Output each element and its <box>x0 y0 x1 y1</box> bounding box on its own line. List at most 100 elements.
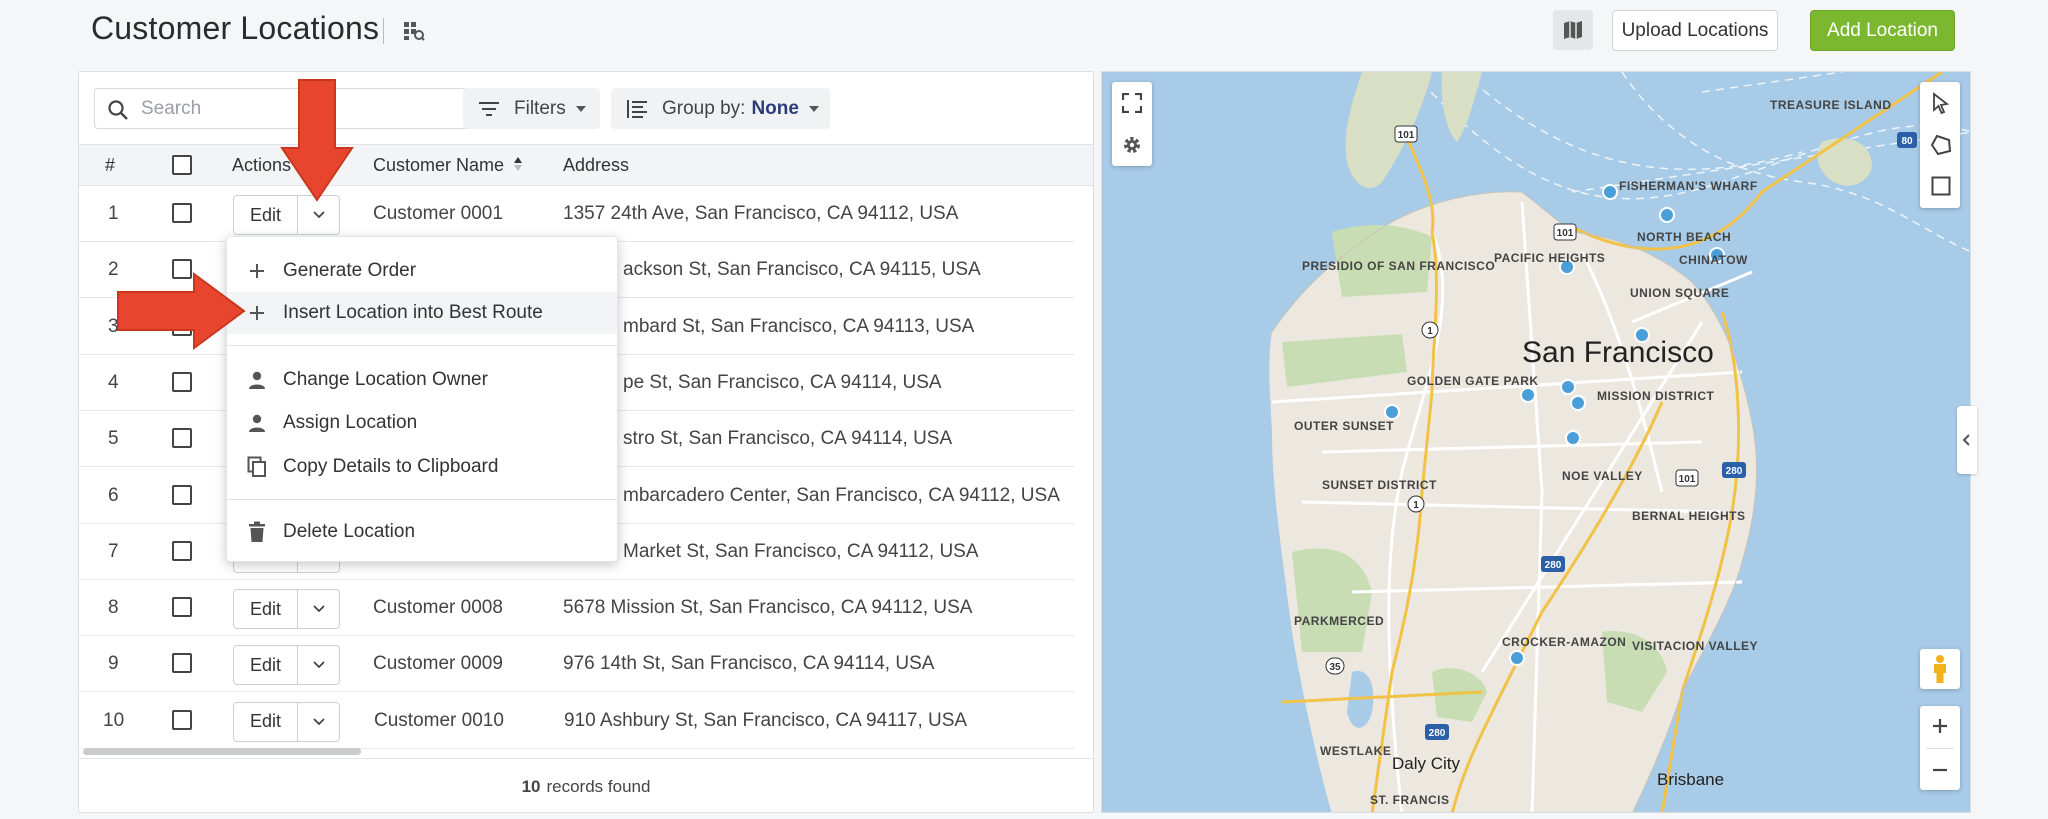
menu-item-label: Generate Order <box>283 260 417 281</box>
row-number: 10 <box>103 709 125 731</box>
table-row[interactable]: 10 Edit Customer 0010 910 Ashbury St, San F… <box>79 693 1074 749</box>
menu-item-delete-location[interactable]: Delete Location <box>227 511 617 553</box>
map-view[interactable]: TREASURE ISLAND FISHERMAN'S WHARF NORTH … <box>1101 71 1971 813</box>
fullscreen-icon[interactable] <box>1122 93 1142 113</box>
menu-item-change-owner[interactable]: Change Location Owner <box>227 359 617 401</box>
edit-button[interactable]: Edit <box>234 590 298 629</box>
row-actions: Edit <box>233 701 340 742</box>
column-header-address: Address <box>563 155 630 175</box>
row-number: 5 <box>108 428 119 450</box>
address-cell: 910 Ashbury St, San Francisco, CA 94117,… <box>564 709 968 731</box>
address-cell: ackson St, San Francisco, CA 94115, USA <box>623 259 981 281</box>
edit-button[interactable]: Edit <box>234 702 298 741</box>
shield-80-icon: 80 <box>1897 132 1917 148</box>
horizontal-scrollbar[interactable] <box>83 748 361 755</box>
label-fishermans-wharf: FISHERMAN'S WHARF <box>1619 179 1758 193</box>
right-arrow-annotation <box>117 272 246 350</box>
map-grid-icon[interactable] <box>403 20 425 42</box>
chevron-down-icon <box>312 605 325 613</box>
select-all-checkbox[interactable] <box>172 155 192 175</box>
menu-item-generate-order[interactable]: Generate Order <box>227 250 617 292</box>
row-checkbox[interactable] <box>172 540 192 561</box>
records-found-label: records found <box>546 776 651 796</box>
map-left-controls <box>1112 82 1152 166</box>
shield-280-icon: 280 <box>1722 462 1746 478</box>
column-header-customer-name[interactable]: Customer Name <box>373 155 523 176</box>
chevron-down-icon <box>575 105 586 112</box>
customer-name-cell: Customer 0008 <box>373 597 503 619</box>
address-cell: Market St, San Francisco, CA 94112, USA <box>623 540 979 562</box>
customer-name-cell: Customer 0001 <box>373 203 503 224</box>
menu-item-label: Assign Location <box>283 412 418 433</box>
upload-locations-button[interactable]: Upload Locations <box>1612 10 1778 51</box>
location-actions-menu: Generate Order Insert Location into Best… <box>226 236 618 562</box>
address-cell: 5678 Mission St, San Francisco, CA 94112… <box>563 597 973 619</box>
label-treasure-island: TREASURE ISLAND <box>1770 98 1892 112</box>
row-checkbox[interactable] <box>172 371 192 392</box>
row-checkbox[interactable] <box>172 203 192 223</box>
menu-item-copy-details[interactable]: Copy Details to Clipboard <box>227 446 617 488</box>
label-north-beach: NORTH BEACH <box>1637 230 1731 244</box>
map-toggle-button[interactable] <box>1553 10 1593 50</box>
row-actions: Edit <box>233 645 340 686</box>
label-brisbane: Brisbane <box>1657 770 1724 789</box>
shield-280-icon: 280 <box>1425 724 1449 740</box>
svg-text:280: 280 <box>1545 560 1562 571</box>
address-cell: mbarcadero Center, San Francisco, CA 941… <box>623 484 1060 506</box>
trash-icon <box>245 520 269 544</box>
shield-101-icon: 101 <box>1394 125 1418 143</box>
row-checkbox[interactable] <box>172 597 192 618</box>
zoom-divider <box>1926 748 1954 749</box>
chevron-down-icon <box>808 105 819 112</box>
person-icon <box>245 368 269 392</box>
polygon-icon[interactable] <box>1930 134 1952 156</box>
row-actions: Edit <box>233 589 340 630</box>
collapse-panel-tab[interactable] <box>1957 406 1977 474</box>
row-checkbox[interactable] <box>172 653 192 674</box>
pegman-icon <box>1934 655 1946 683</box>
table-row[interactable]: 8 Edit Customer 0008 5678 Mission St, San F… <box>79 580 1074 637</box>
row-actions-dropdown-button[interactable] <box>298 703 339 741</box>
rectangle-icon[interactable] <box>1931 176 1951 196</box>
zoom-in-icon[interactable] <box>1931 717 1949 735</box>
filter-icon <box>479 101 499 116</box>
label-crocker-amazon: CROCKER-AMAZON <box>1502 635 1626 649</box>
map-icon <box>1564 21 1582 39</box>
table-row[interactable]: 1 Edit Customer 0001 1357 24th Ave, San Fra… <box>79 186 1074 242</box>
zoom-out-icon[interactable] <box>1931 761 1949 779</box>
page-header: Customer Locations Upload Locations Add … <box>0 0 2048 62</box>
group-icon <box>627 99 647 118</box>
street-view-button[interactable] <box>1920 649 1960 689</box>
label-sunset-district: SUNSET DISTRICT <box>1322 478 1437 492</box>
row-number: 6 <box>108 484 119 506</box>
label-st-francis: ST. FRANCIS <box>1370 793 1450 807</box>
svg-text:1: 1 <box>1413 500 1419 511</box>
title-divider <box>383 18 384 44</box>
label-outer-sunset: OUTER SUNSET <box>1294 419 1394 433</box>
search-icon <box>108 100 128 120</box>
chevron-down-icon <box>312 661 325 669</box>
row-actions-dropdown-button[interactable] <box>298 590 339 628</box>
edit-button[interactable]: Edit <box>234 646 298 685</box>
menu-item-assign-location[interactable]: Assign Location <box>227 402 617 444</box>
chevron-down-icon <box>312 718 325 725</box>
row-actions-dropdown-button[interactable] <box>298 646 339 684</box>
table-row[interactable]: 9 Edit Customer 0009 976 14th St, San Franc… <box>79 636 1074 693</box>
row-number: 9 <box>108 653 119 675</box>
filters-button[interactable]: Filters <box>463 88 600 129</box>
svg-text:280: 280 <box>1726 466 1743 477</box>
menu-item-insert-best-route[interactable]: Insert Location into Best Route <box>227 292 617 334</box>
pointer-icon[interactable] <box>1931 92 1951 114</box>
gear-icon[interactable] <box>1121 134 1143 156</box>
shield-35-icon: 35 <box>1325 657 1345 675</box>
menu-item-label: Insert Location into Best Route <box>283 302 543 323</box>
customer-name-cell: Customer 0009 <box>373 653 503 675</box>
address-cell: mbard St, San Francisco, CA 94113, USA <box>623 315 975 337</box>
group-by-button[interactable]: Group by: None <box>611 88 830 129</box>
add-location-button[interactable]: Add Location <box>1810 10 1955 51</box>
row-checkbox[interactable] <box>172 709 192 730</box>
person-icon <box>245 411 269 435</box>
address-cell: 976 14th St, San Francisco, CA 94114, US… <box>563 653 935 675</box>
row-checkbox[interactable] <box>172 484 192 505</box>
row-checkbox[interactable] <box>172 428 192 449</box>
